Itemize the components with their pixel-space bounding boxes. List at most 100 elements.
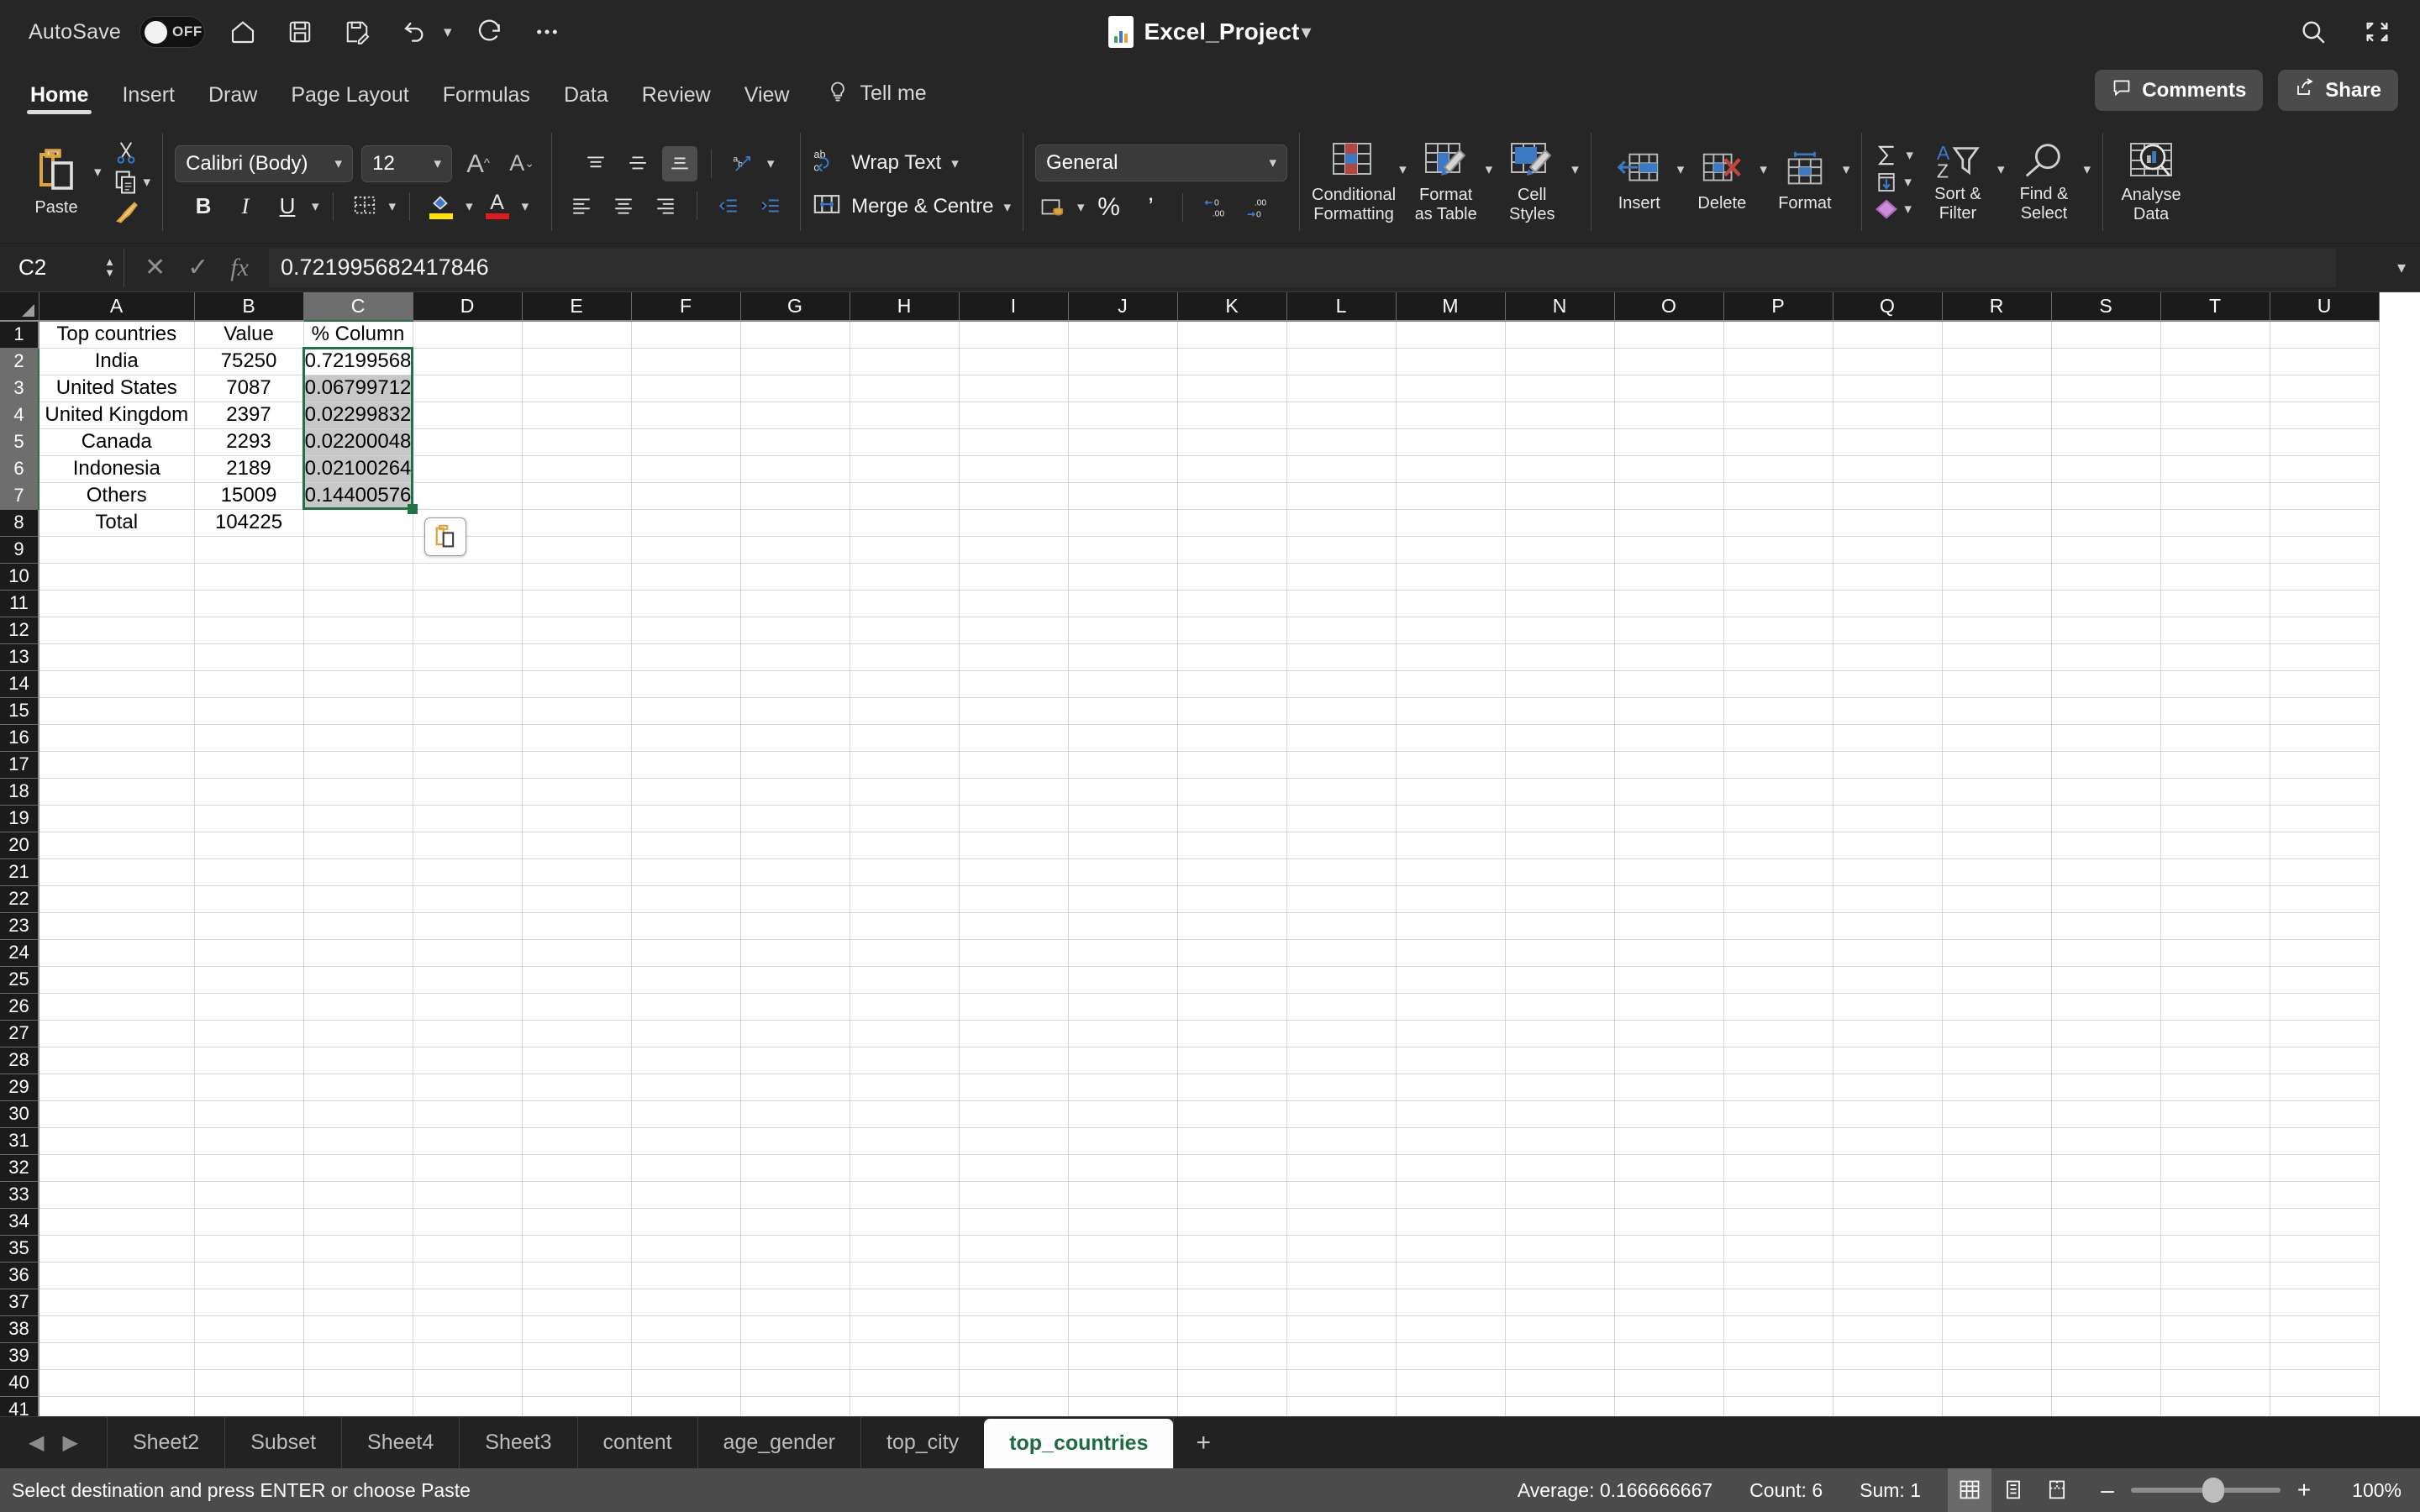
cell-A13[interactable] xyxy=(39,643,195,671)
cell-O34[interactable] xyxy=(1614,1208,1724,1236)
cell-Q26[interactable] xyxy=(1833,993,1943,1021)
cell-U17[interactable] xyxy=(2270,751,2380,779)
cell-S33[interactable] xyxy=(2051,1181,2161,1209)
cell-J18[interactable] xyxy=(1068,778,1178,806)
cell-Q1[interactable] xyxy=(1833,321,1943,349)
cell-K13[interactable] xyxy=(1177,643,1287,671)
cell-J26[interactable] xyxy=(1068,993,1178,1021)
cell-U33[interactable] xyxy=(2270,1181,2380,1209)
cell-B12[interactable] xyxy=(194,617,304,644)
cell-Q25[interactable] xyxy=(1833,966,1943,994)
cell-U1[interactable] xyxy=(2270,321,2380,349)
cell-I4[interactable] xyxy=(959,402,1069,429)
cell-K20[interactable] xyxy=(1177,832,1287,859)
cell-R34[interactable] xyxy=(1942,1208,2052,1236)
cell-S22[interactable] xyxy=(2051,885,2161,913)
cell-R5[interactable] xyxy=(1942,428,2052,456)
tab-home[interactable]: Home xyxy=(13,83,105,118)
cell-S19[interactable] xyxy=(2051,805,2161,832)
cell-N28[interactable] xyxy=(1505,1047,1615,1074)
cell-G20[interactable] xyxy=(740,832,850,859)
comments-button[interactable]: Comments xyxy=(2095,70,2264,111)
cell-T16[interactable] xyxy=(2160,724,2270,752)
cell-L2[interactable] xyxy=(1286,348,1397,375)
cell-G2[interactable] xyxy=(740,348,850,375)
cell-L19[interactable] xyxy=(1286,805,1397,832)
cell-R27[interactable] xyxy=(1942,1020,2052,1047)
cell-G32[interactable] xyxy=(740,1154,850,1182)
sheet-tab-top-countries[interactable]: top_countries xyxy=(984,1419,1174,1468)
cell-A34[interactable] xyxy=(39,1208,195,1236)
search-icon[interactable] xyxy=(2294,13,2333,51)
cell-F28[interactable] xyxy=(631,1047,741,1074)
cell-K4[interactable] xyxy=(1177,402,1287,429)
cell-D35[interactable] xyxy=(413,1235,523,1263)
cell-C30[interactable] xyxy=(303,1100,413,1128)
cell-T17[interactable] xyxy=(2160,751,2270,779)
column-header-i[interactable]: I xyxy=(959,292,1069,322)
cell-P29[interactable] xyxy=(1723,1074,1833,1101)
cell-E22[interactable] xyxy=(522,885,632,913)
cell-I39[interactable] xyxy=(959,1342,1069,1370)
cell-T35[interactable] xyxy=(2160,1235,2270,1263)
undo-dropdown-icon[interactable]: ▾ xyxy=(444,23,452,42)
bottom-align-icon[interactable] xyxy=(661,145,697,181)
cell-I32[interactable] xyxy=(959,1154,1069,1182)
decrease-indent-icon[interactable] xyxy=(711,188,746,223)
cell-H3[interactable] xyxy=(850,375,960,402)
cell-C5[interactable]: 0.02200048 xyxy=(303,428,413,456)
cell-G36[interactable] xyxy=(740,1262,850,1289)
cell-T11[interactable] xyxy=(2160,590,2270,617)
cell-N1[interactable] xyxy=(1505,321,1615,349)
cell-E38[interactable] xyxy=(522,1315,632,1343)
cell-R7[interactable] xyxy=(1942,482,2052,510)
sheet-tab-sheet2[interactable]: Sheet2 xyxy=(106,1417,224,1468)
cell-U16[interactable] xyxy=(2270,724,2380,752)
row-header-14[interactable]: 14 xyxy=(0,670,39,698)
cell-A31[interactable] xyxy=(39,1127,195,1155)
cell-S18[interactable] xyxy=(2051,778,2161,806)
autosum-dropdown-icon[interactable]: ▾ xyxy=(1906,148,1913,162)
clear-dropdown-icon[interactable]: ▾ xyxy=(1904,202,1912,216)
cell-P27[interactable] xyxy=(1723,1020,1833,1047)
cell-T3[interactable] xyxy=(2160,375,2270,402)
cell-E24[interactable] xyxy=(522,939,632,967)
cell-U15[interactable] xyxy=(2270,697,2380,725)
row-header-28[interactable]: 28 xyxy=(0,1047,39,1074)
cell-P20[interactable] xyxy=(1723,832,1833,859)
cell-Q15[interactable] xyxy=(1833,697,1943,725)
cell-G24[interactable] xyxy=(740,939,850,967)
cell-O12[interactable] xyxy=(1614,617,1724,644)
cell-B1[interactable]: Value xyxy=(194,321,304,349)
clear-button[interactable]: ▾ xyxy=(1874,197,1913,221)
cell-G37[interactable] xyxy=(740,1289,850,1316)
cell-P12[interactable] xyxy=(1723,617,1833,644)
cell-K8[interactable] xyxy=(1177,509,1287,537)
merge-centre-dropdown-icon[interactable]: ▾ xyxy=(1004,200,1012,214)
cell-N33[interactable] xyxy=(1505,1181,1615,1209)
cell-K12[interactable] xyxy=(1177,617,1287,644)
decrease-font-size-icon[interactable]: A ⌄ xyxy=(504,146,539,181)
cell-B18[interactable] xyxy=(194,778,304,806)
cell-E12[interactable] xyxy=(522,617,632,644)
cell-S4[interactable] xyxy=(2051,402,2161,429)
row-header-36[interactable]: 36 xyxy=(0,1262,39,1289)
copy-button[interactable]: ▾ xyxy=(113,170,150,195)
cell-E14[interactable] xyxy=(522,670,632,698)
cell-D38[interactable] xyxy=(413,1315,523,1343)
format-as-table-button[interactable]: Format as Table xyxy=(1410,140,1482,223)
cell-D23[interactable] xyxy=(413,912,523,940)
cell-A14[interactable] xyxy=(39,670,195,698)
cell-D17[interactable] xyxy=(413,751,523,779)
cell-P22[interactable] xyxy=(1723,885,1833,913)
cell-G13[interactable] xyxy=(740,643,850,671)
cell-U25[interactable] xyxy=(2270,966,2380,994)
borders-icon[interactable] xyxy=(347,189,382,224)
row-header-23[interactable]: 23 xyxy=(0,912,39,940)
column-header-l[interactable]: L xyxy=(1286,292,1397,322)
cell-E28[interactable] xyxy=(522,1047,632,1074)
cell-J15[interactable] xyxy=(1068,697,1178,725)
cell-U24[interactable] xyxy=(2270,939,2380,967)
cell-H22[interactable] xyxy=(850,885,960,913)
cell-K38[interactable] xyxy=(1177,1315,1287,1343)
